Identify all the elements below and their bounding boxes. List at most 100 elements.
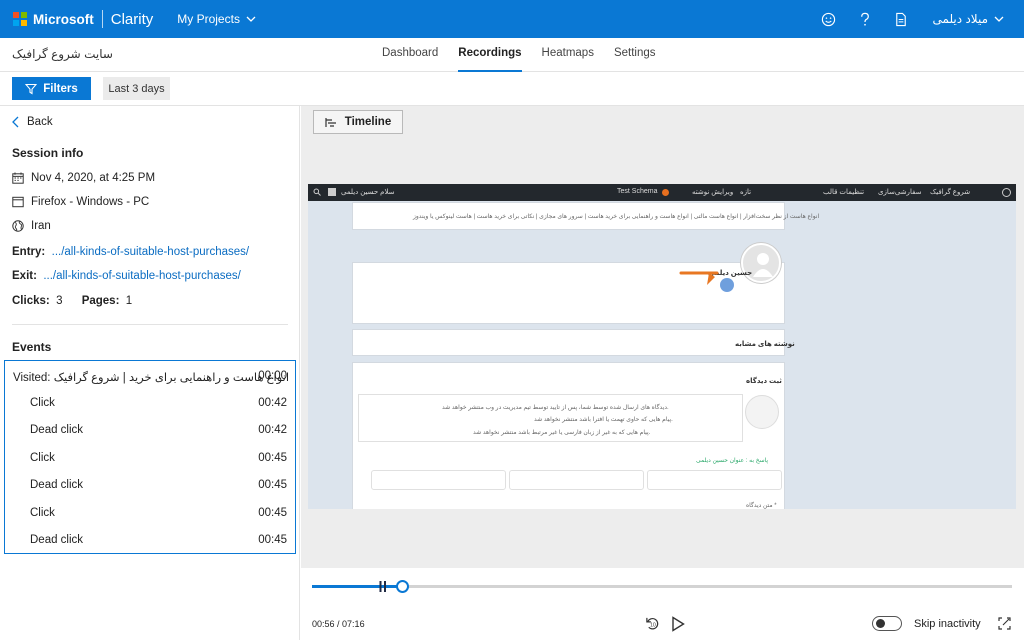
timeline-button[interactable]: Timeline bbox=[313, 110, 403, 134]
section-divider bbox=[12, 324, 288, 325]
playback-timecode: 00:56 / 07:16 bbox=[312, 619, 365, 629]
author-card: حسین دیلمی bbox=[352, 243, 785, 324]
timeline-label: Timeline bbox=[344, 116, 392, 128]
comment-field[interactable] bbox=[371, 470, 506, 490]
tab-recordings[interactable]: Recordings bbox=[458, 38, 522, 72]
pages-label: Pages: bbox=[81, 295, 120, 307]
event-dead-click[interactable]: Dead click 00:42 bbox=[5, 417, 295, 444]
user-menu[interactable]: میلاد دیلمی bbox=[933, 12, 1004, 26]
playback-track[interactable] bbox=[312, 585, 1012, 588]
user-silhouette-icon bbox=[753, 253, 773, 277]
browser-window-icon bbox=[12, 196, 24, 208]
session-info-heading: Session info bbox=[12, 146, 84, 160]
event-dead-click[interactable]: Dead click 00:45 bbox=[5, 472, 295, 499]
product-name[interactable]: Clarity bbox=[111, 11, 154, 28]
comment-text-hint: متن دیدگاه * bbox=[746, 503, 777, 509]
event-time: 00:42 bbox=[258, 424, 287, 436]
comment-form-card: ثبت دیدگاه دیدگاه های ارسال شده توسط شما… bbox=[352, 362, 785, 509]
wp-admin-bar: سلام حسین دیلمی Test Schema ویرایش نوشته… bbox=[308, 184, 1016, 201]
skip-inactivity-label: Skip inactivity bbox=[914, 618, 981, 630]
comment-field[interactable] bbox=[647, 470, 782, 490]
admin-new-text: تازه bbox=[740, 189, 752, 196]
playback-scrubber-handle[interactable] bbox=[395, 580, 409, 593]
comment-heading: ثبت دیدگاه bbox=[746, 378, 782, 385]
replay-10-seconds-icon[interactable]: 10 bbox=[645, 616, 660, 631]
feedback-smiley-icon[interactable] bbox=[811, 0, 847, 38]
search-icon bbox=[313, 188, 321, 196]
project-name: سایت شروع گرافیک bbox=[12, 47, 113, 61]
svg-text:10: 10 bbox=[650, 623, 656, 629]
avatar bbox=[328, 188, 336, 196]
session-country-row: Iran bbox=[12, 220, 51, 232]
session-date: Nov 4, 2020, at 4:25 PM bbox=[31, 172, 156, 184]
event-time: 00:45 bbox=[258, 507, 287, 519]
event-click[interactable]: Click 00:45 bbox=[5, 500, 295, 527]
session-replay-frame[interactable]: سلام حسین دیلمی Test Schema ویرایش نوشته… bbox=[308, 184, 1016, 509]
comment-note: دیدگاه های ارسال شده توسط شما، پس از تای… bbox=[442, 405, 669, 411]
skip-inactivity-toggle[interactable] bbox=[872, 616, 902, 631]
related-posts-heading: نوشته های مشابه bbox=[735, 341, 795, 348]
chevron-down-icon bbox=[246, 16, 256, 22]
document-icon[interactable] bbox=[883, 0, 919, 38]
event-time: 00:45 bbox=[258, 452, 287, 464]
admin-theme-text: تنظیمات قالب bbox=[823, 189, 865, 196]
filter-funnel-icon bbox=[25, 83, 38, 94]
wordpress-logo-icon bbox=[1002, 188, 1011, 197]
status-dot-icon bbox=[662, 189, 669, 196]
session-device: Firefox - Windows - PC bbox=[31, 196, 150, 208]
admin-schema-text: Test Schema bbox=[617, 188, 658, 195]
entry-url-link[interactable]: .../all-kinds-of-suitable-host-purchases… bbox=[52, 246, 250, 258]
event-dead-click[interactable]: Dead click 00:45 bbox=[5, 527, 295, 554]
total-time: 07:16 bbox=[342, 619, 365, 629]
event-time: 00:42 bbox=[258, 397, 287, 409]
play-icon[interactable] bbox=[671, 616, 685, 632]
event-time: 00:45 bbox=[258, 534, 287, 546]
user-name: میلاد دیلمی bbox=[932, 12, 988, 26]
category-links: انواع هاست از نظر سخت‌افزار | انواع هاست… bbox=[413, 214, 820, 220]
calendar-icon bbox=[12, 172, 24, 184]
top-bar: Microsoft Clarity My Projects میلاد دیلم… bbox=[0, 0, 1024, 38]
filters-button[interactable]: Filters bbox=[12, 77, 91, 100]
clicks-label: Clicks: bbox=[12, 295, 50, 307]
my-projects-dropdown[interactable]: My Projects bbox=[177, 12, 256, 26]
project-nav-bar: سایت شروع گرافیک Dashboard Recordings He… bbox=[0, 38, 1024, 72]
globe-icon bbox=[12, 220, 24, 232]
event-visited[interactable]: Visited: انواع هاست و راهنمایی برای خرید… bbox=[5, 363, 295, 390]
event-click[interactable]: Click 00:45 bbox=[5, 445, 295, 472]
brand-name: Microsoft bbox=[33, 11, 94, 27]
event-click[interactable]: Click 00:42 bbox=[5, 390, 295, 417]
session-country: Iran bbox=[31, 220, 51, 232]
session-panel: Back Session info Nov 4, 2020, at 4:25 P… bbox=[0, 106, 300, 640]
date-range-button[interactable]: Last 3 days bbox=[103, 77, 170, 100]
event-label: Click bbox=[30, 397, 55, 409]
microsoft-logo-icon bbox=[13, 12, 27, 26]
pages-count: 1 bbox=[125, 295, 133, 307]
back-label: Back bbox=[27, 116, 53, 128]
entry-row: Entry: .../all-kinds-of-suitable-host-pu… bbox=[12, 246, 249, 258]
comment-notes-box: دیدگاه های ارسال شده توسط شما، پس از تای… bbox=[358, 394, 743, 442]
event-label: Click bbox=[30, 452, 55, 464]
fullscreen-icon[interactable] bbox=[998, 617, 1011, 630]
related-posts-card: نوشته های مشابه bbox=[352, 329, 795, 356]
chevron-down-icon bbox=[994, 16, 1004, 22]
entry-label: Entry: bbox=[12, 246, 46, 258]
tab-dashboard[interactable]: Dashboard bbox=[382, 38, 438, 72]
comment-field[interactable] bbox=[509, 470, 644, 490]
my-projects-label: My Projects bbox=[177, 12, 240, 26]
comment-avatar bbox=[745, 395, 779, 429]
back-link[interactable]: Back bbox=[12, 116, 53, 128]
help-icon[interactable] bbox=[847, 0, 883, 38]
filters-label: Filters bbox=[43, 82, 78, 95]
reply-to-text: پاسخ به : عنوان حسین دیلمی bbox=[696, 458, 769, 464]
events-heading: Events bbox=[12, 340, 52, 354]
session-date-row: Nov 4, 2020, at 4:25 PM bbox=[12, 172, 155, 184]
click-marker-icon bbox=[679, 271, 734, 292]
tab-settings[interactable]: Settings bbox=[614, 38, 656, 72]
tab-heatmaps[interactable]: Heatmaps bbox=[542, 38, 594, 72]
playback-progress bbox=[312, 585, 403, 588]
exit-url-link[interactable]: .../all-kinds-of-suitable-host-purchases… bbox=[43, 270, 241, 282]
timeline-icon bbox=[325, 117, 336, 127]
author-avatar bbox=[741, 243, 781, 283]
event-label: Dead click bbox=[30, 424, 84, 436]
category-nav-card: انواع هاست از نظر سخت‌افزار | انواع هاست… bbox=[352, 202, 819, 230]
